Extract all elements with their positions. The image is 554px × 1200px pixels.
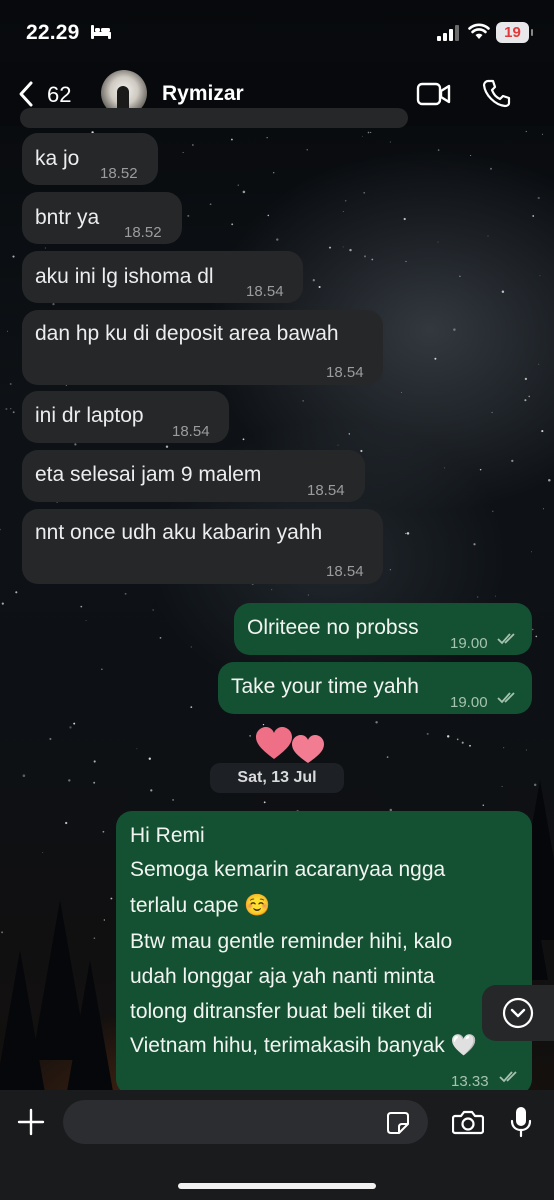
message-line: terlalu cape ☺️ bbox=[130, 894, 271, 917]
heart-icon[interactable] bbox=[254, 725, 330, 765]
message-time: 18.54 bbox=[246, 283, 284, 300]
message-text: ini dr laptop bbox=[35, 404, 144, 427]
battery-level: 19 bbox=[504, 24, 521, 41]
message-text: Take your time yahh bbox=[231, 675, 419, 698]
message-time: 18.54 bbox=[307, 482, 345, 499]
partial-message-bubble bbox=[20, 108, 408, 128]
scroll-to-bottom-button[interactable] bbox=[482, 985, 554, 1041]
bed-icon bbox=[91, 25, 111, 39]
message-bubble-incoming[interactable]: eta selesai jam 9 malem 18.54 bbox=[22, 450, 365, 502]
message-time: 19.00 bbox=[450, 694, 488, 711]
home-indicator bbox=[178, 1183, 376, 1189]
date-separator: Sat, 13 Jul bbox=[210, 763, 344, 793]
message-text: dan hp ku di deposit area bawah bbox=[35, 322, 339, 345]
message-input[interactable] bbox=[63, 1100, 428, 1144]
message-text: ka jo bbox=[35, 147, 80, 170]
double-check-icon bbox=[499, 1071, 517, 1083]
contact-name[interactable]: Rymizar bbox=[162, 82, 244, 106]
plus-icon[interactable] bbox=[17, 1108, 45, 1136]
message-bubble-outgoing[interactable]: Olriteee no probss 19.00 bbox=[234, 603, 532, 655]
signal-icon bbox=[437, 25, 459, 41]
sticker-icon[interactable] bbox=[386, 1111, 410, 1135]
message-text: aku ini lg ishoma dl bbox=[35, 265, 214, 288]
message-line: tolong ditransfer buat beli tiket di bbox=[130, 1000, 433, 1023]
message-bubble-outgoing[interactable]: Take your time yahh 19.00 bbox=[218, 662, 532, 714]
message-time: 18.54 bbox=[326, 364, 364, 381]
message-line: Vietnam hihu, terimakasih banyak 🤍 bbox=[130, 1034, 477, 1057]
microphone-icon[interactable] bbox=[510, 1106, 532, 1138]
message-text: bntr ya bbox=[35, 206, 100, 229]
message-bubble-incoming[interactable]: aku ini lg ishoma dl 18.54 bbox=[22, 251, 303, 303]
message-bubble-incoming[interactable]: ini dr laptop 18.54 bbox=[22, 391, 229, 443]
status-bar: 22.29 19 bbox=[0, 0, 554, 62]
battery-indicator: 19 bbox=[496, 22, 533, 43]
message-bubble-incoming[interactable]: dan hp ku di deposit area bawah 18.54 bbox=[22, 310, 383, 385]
message-time: 18.52 bbox=[124, 224, 162, 241]
message-text: nnt once udh aku kabarin yahh bbox=[35, 521, 323, 544]
video-call-icon[interactable] bbox=[416, 81, 452, 107]
message-time: 18.54 bbox=[326, 563, 364, 580]
message-line: Btw mau gentle reminder hihi, kalo bbox=[130, 930, 453, 953]
message-time: 18.52 bbox=[100, 165, 138, 182]
message-text: eta selesai jam 9 malem bbox=[35, 463, 262, 486]
camera-icon[interactable] bbox=[452, 1109, 484, 1135]
double-check-icon bbox=[497, 633, 515, 645]
message-line: Hi Remi bbox=[130, 824, 205, 847]
message-text: Olriteee no probss bbox=[247, 616, 419, 639]
message-time: 18.54 bbox=[172, 423, 210, 440]
message-bubble-incoming[interactable]: bntr ya 18.52 bbox=[22, 192, 182, 244]
message-time: 19.00 bbox=[450, 635, 488, 652]
phone-icon[interactable] bbox=[482, 78, 512, 108]
wifi-icon bbox=[468, 23, 490, 39]
message-bubble-incoming[interactable]: ka jo 18.52 bbox=[22, 133, 158, 185]
message-bubble-incoming[interactable]: nnt once udh aku kabarin yahh 18.54 bbox=[22, 509, 383, 584]
chevron-left-icon[interactable] bbox=[16, 80, 36, 108]
back-unread-count[interactable]: 62 bbox=[47, 82, 71, 108]
double-check-icon bbox=[497, 692, 515, 704]
message-bubble-outgoing[interactable]: Hi Remi Semoga kemarin acaranyaa ngga te… bbox=[116, 811, 532, 1095]
message-line: udah longgar aja yah nanti minta bbox=[130, 965, 435, 988]
chevron-down-circle-icon bbox=[502, 997, 534, 1029]
status-time: 22.29 bbox=[26, 21, 80, 44]
message-line: Semoga kemarin acaranyaa ngga bbox=[130, 858, 446, 881]
